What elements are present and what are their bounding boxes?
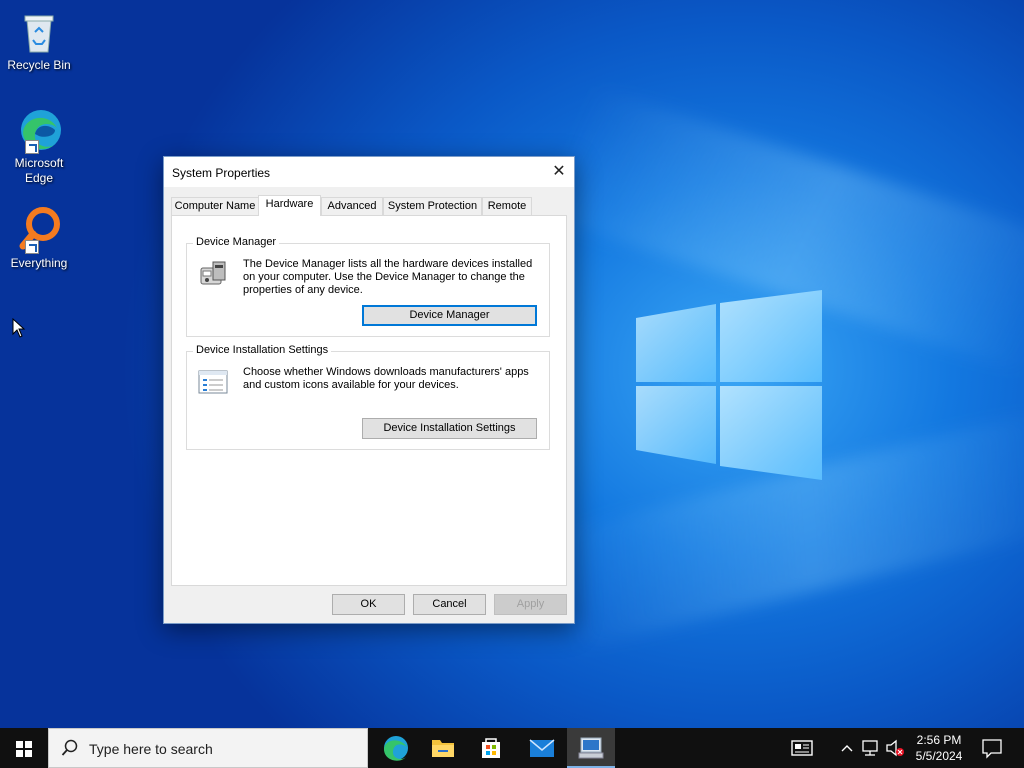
close-button[interactable]: ✕ [544, 157, 574, 187]
taskbar-system-properties-button[interactable] [567, 728, 615, 768]
taskbar-mail-button[interactable] [518, 728, 566, 768]
notification-icon [982, 739, 1002, 759]
folder-icon [432, 740, 454, 757]
clock-date: 5/5/2024 [915, 749, 963, 763]
device-installation-description: Choose whether Windows downloads manufac… [243, 366, 529, 391]
store-icon [482, 738, 500, 758]
recycle-bin-icon [15, 8, 63, 56]
mouse-cursor-icon [12, 318, 26, 338]
device-manager-button[interactable]: Device Manager [362, 305, 537, 326]
system-properties-dialog: System Properties ✕ Computer Name Hardwa… [163, 156, 575, 624]
system-properties-icon [578, 737, 604, 759]
network-status-button[interactable] [860, 728, 882, 768]
desktop-icon-label: Everything [10, 256, 68, 270]
chevron-up-icon [841, 745, 853, 752]
desktop-icon-recycle-bin[interactable]: Recycle Bin [4, 8, 74, 73]
network-icon [862, 740, 878, 756]
taskbar-edge-button[interactable] [371, 728, 419, 768]
group-title: Device Manager [193, 236, 280, 248]
windows-logo-wallpaper [636, 290, 822, 480]
desktop-icon-everything[interactable]: Everything [4, 206, 74, 271]
taskbar-search-box[interactable]: Type here to search [48, 728, 368, 768]
mail-icon [529, 739, 555, 757]
hardware-tab-page: Device Manager The Device Manager lists … [171, 215, 567, 586]
apply-button[interactable]: Apply [494, 594, 567, 615]
start-button[interactable] [0, 728, 48, 768]
device-installation-settings-button[interactable]: Device Installation Settings [362, 418, 537, 439]
tab-advanced[interactable]: Advanced [321, 197, 383, 216]
device-manager-icon [200, 261, 226, 285]
ok-button[interactable]: OK [332, 594, 405, 615]
dialog-title: System Properties [172, 166, 271, 180]
clock-time: 2:56 PM [916, 733, 962, 747]
title-bar[interactable]: System Properties ✕ [164, 157, 574, 187]
taskbar-clock[interactable]: 2:56 PM 5/5/2024 [904, 732, 974, 764]
edge-icon [384, 736, 408, 761]
volume-button[interactable] [884, 728, 906, 768]
news-widget-button[interactable] [788, 728, 816, 768]
edge-icon [15, 106, 63, 154]
device-manager-group: Device Manager The Device Manager lists … [186, 236, 550, 337]
desktop-icon-label: Microsoft Edge [14, 156, 64, 185]
tab-remote[interactable]: Remote [482, 197, 532, 216]
device-installation-settings-group: Device Installation Settings Choose whet… [186, 344, 550, 450]
news-icon [791, 740, 813, 756]
settings-list-icon [198, 370, 228, 394]
tab-system-protection[interactable]: System Protection [383, 197, 482, 216]
notifications-button[interactable] [980, 728, 1004, 768]
group-title: Device Installation Settings [193, 344, 332, 356]
device-manager-description: The Device Manager lists all the hardwar… [243, 258, 533, 296]
taskbar-file-explorer-button[interactable] [419, 728, 467, 768]
tab-hardware[interactable]: Hardware [258, 195, 321, 216]
volume-muted-icon [886, 739, 904, 757]
cancel-button[interactable]: Cancel [413, 594, 486, 615]
shortcut-arrow-icon [25, 140, 39, 154]
tab-computer-name[interactable]: Computer Name [171, 197, 259, 216]
taskbar-store-button[interactable] [467, 728, 515, 768]
search-icon [61, 739, 78, 756]
shortcut-arrow-icon [25, 240, 39, 254]
search-placeholder: Type here to search [89, 741, 213, 757]
desktop-icon-label: Recycle Bin [7, 58, 71, 72]
taskbar: Type here to search 2:56 PM 5/5/2024 [0, 728, 1024, 768]
show-hidden-icons-button[interactable] [838, 728, 856, 768]
desktop-icon-microsoft-edge[interactable]: Microsoft Edge [4, 106, 74, 186]
everything-search-icon [15, 206, 63, 254]
windows-start-icon [16, 741, 32, 757]
